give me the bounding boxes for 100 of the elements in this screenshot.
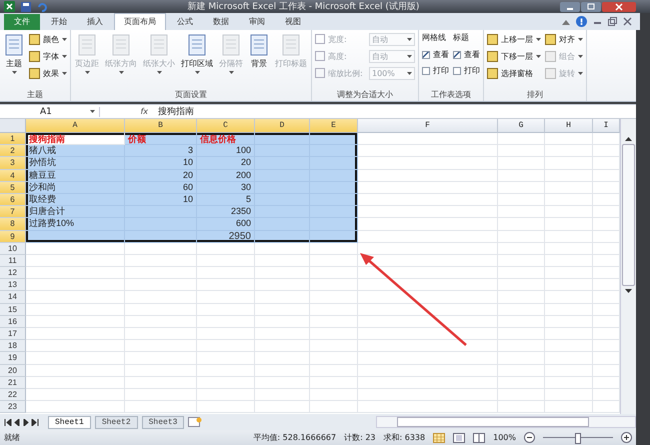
table-cell[interactable] (255, 352, 310, 365)
table-cell[interactable] (358, 328, 498, 340)
table-cell[interactable] (197, 304, 255, 316)
table-cell[interactable] (545, 194, 593, 206)
table-cell[interactable] (310, 328, 358, 340)
column-header[interactable]: A (26, 119, 125, 133)
table-cell[interactable] (125, 376, 197, 389)
table-cell[interactable] (545, 218, 593, 230)
table-cell[interactable] (255, 340, 310, 352)
table-cell[interactable] (310, 267, 358, 280)
table-cell[interactable] (310, 242, 358, 255)
table-cell[interactable] (310, 364, 358, 377)
ribbon-button[interactable]: 上移一层 (487, 32, 541, 46)
table-cell[interactable] (498, 401, 545, 414)
table-cell[interactable] (545, 254, 593, 268)
table-cell[interactable] (125, 279, 197, 292)
row-header[interactable]: 13 (0, 279, 26, 292)
checkbox[interactable]: 查看 (453, 48, 480, 61)
sheet-tab[interactable]: Sheet3 (142, 416, 184, 428)
sheet-tab[interactable]: Sheet2 (94, 416, 138, 428)
table-cell[interactable]: 归唐合计 (26, 206, 125, 218)
table-cell[interactable] (358, 352, 498, 365)
table-cell[interactable] (545, 182, 593, 194)
table-cell[interactable]: 20 (197, 157, 255, 170)
table-cell[interactable] (545, 279, 593, 292)
table-cell[interactable] (255, 376, 310, 389)
table-cell[interactable] (255, 267, 310, 280)
zoom-level[interactable]: 100% (493, 433, 516, 442)
table-cell[interactable] (545, 242, 593, 255)
table-cell[interactable] (498, 133, 545, 146)
table-cell[interactable] (498, 230, 545, 243)
table-cell[interactable] (358, 279, 498, 292)
table-cell[interactable] (545, 206, 593, 218)
formula-field[interactable]: 搜狗指南 (154, 105, 636, 118)
table-cell[interactable] (498, 145, 545, 158)
ribbon-button[interactable]: 下移一层 (487, 49, 541, 63)
table-cell[interactable] (545, 230, 593, 243)
name-box[interactable]: A1 (0, 106, 100, 116)
save-icon[interactable] (21, 2, 31, 12)
table-cell[interactable] (310, 230, 358, 243)
select-all-button[interactable] (0, 119, 26, 133)
table-cell[interactable] (125, 364, 197, 377)
table-cell[interactable] (358, 230, 498, 243)
column-header[interactable]: B (125, 119, 197, 133)
table-cell[interactable] (255, 279, 310, 292)
table-cell[interactable] (545, 157, 593, 170)
ribbon-button[interactable]: 主题 (3, 32, 25, 76)
checkbox[interactable]: 打印 (453, 64, 480, 77)
table-cell[interactable] (255, 230, 310, 243)
vertical-scrollbar[interactable] (620, 119, 636, 414)
sheet-tab[interactable]: Sheet1 (48, 416, 91, 428)
table-cell[interactable] (125, 352, 197, 365)
table-cell[interactable] (310, 170, 358, 182)
ribbon-tab[interactable]: 开始 (42, 14, 76, 30)
table-cell[interactable] (358, 267, 498, 280)
table-cell[interactable] (125, 242, 197, 255)
table-cell[interactable] (255, 328, 310, 340)
row-header[interactable]: 16 (0, 316, 26, 328)
row-header[interactable]: 11 (0, 254, 26, 268)
ribbon-button[interactable]: 颜色 (29, 32, 67, 46)
table-cell[interactable] (125, 291, 197, 304)
page-layout-icon[interactable] (453, 432, 466, 442)
table-cell[interactable] (498, 218, 545, 230)
table-cell[interactable] (197, 401, 255, 414)
table-cell[interactable] (26, 242, 125, 255)
table-cell[interactable] (358, 218, 498, 230)
row-header[interactable]: 7 (0, 206, 26, 218)
table-cell[interactable] (498, 254, 545, 268)
table-cell[interactable]: 孙悟坑 (26, 157, 125, 170)
table-cell[interactable] (197, 242, 255, 255)
table-cell[interactable] (310, 206, 358, 218)
table-cell[interactable] (26, 316, 125, 328)
table-cell[interactable]: 猪八戒 (26, 145, 125, 158)
table-cell[interactable] (26, 364, 125, 377)
table-cell[interactable] (26, 388, 125, 402)
table-cell[interactable] (310, 352, 358, 365)
column-header[interactable]: F (358, 119, 498, 133)
table-cell[interactable] (358, 206, 498, 218)
table-cell[interactable] (358, 376, 498, 389)
table-cell[interactable] (310, 401, 358, 414)
table-cell[interactable]: 取经费 (26, 194, 125, 206)
table-cell[interactable] (498, 242, 545, 255)
row-header[interactable]: 2 (0, 145, 26, 158)
ribbon-button[interactable]: 字体 (29, 49, 67, 63)
help-icon[interactable] (576, 16, 587, 27)
table-cell[interactable] (197, 291, 255, 304)
table-cell[interactable] (310, 133, 358, 146)
table-cell[interactable] (125, 401, 197, 414)
zoom-out-icon[interactable] (524, 432, 535, 443)
ribbon-tab[interactable]: 公式 (168, 14, 202, 30)
row-header[interactable]: 1 (0, 133, 26, 146)
row-header[interactable]: 14 (0, 291, 26, 304)
close-icon[interactable] (602, 2, 636, 12)
table-cell[interactable] (255, 133, 310, 146)
table-cell[interactable] (26, 267, 125, 280)
table-cell[interactable] (498, 352, 545, 365)
table-cell[interactable]: 2350 (197, 206, 255, 218)
row-header[interactable]: 3 (0, 157, 26, 170)
maximize-icon[interactable] (581, 2, 601, 12)
table-cell[interactable]: 糖豆豆 (26, 170, 125, 182)
